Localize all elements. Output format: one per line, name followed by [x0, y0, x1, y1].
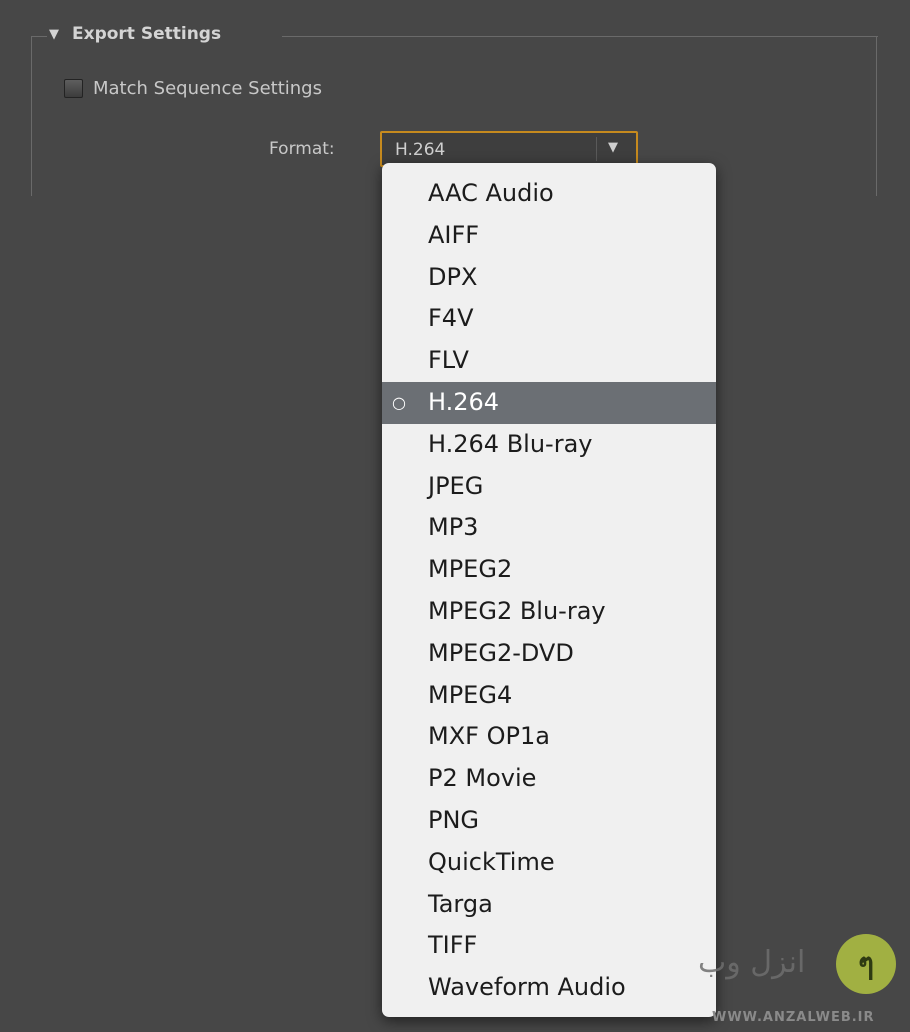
- watermark-text: انزل وب: [698, 945, 806, 980]
- selected-radio-icon: ○: [392, 392, 406, 412]
- format-option-mpeg4[interactable]: MPEG4: [382, 675, 716, 717]
- export-settings-title: Export Settings: [72, 24, 222, 44]
- watermark-logo-icon: ๆ: [836, 934, 896, 994]
- match-sequence-settings-checkbox[interactable]: [64, 79, 83, 98]
- format-option-mpeg2-dvd[interactable]: MPEG2-DVD: [382, 633, 716, 675]
- format-dropdown-value: H.264: [395, 140, 446, 160]
- format-option-f4v[interactable]: F4V: [382, 298, 716, 340]
- format-option-waveform-audio[interactable]: Waveform Audio: [382, 967, 716, 1009]
- format-option-dpx[interactable]: DPX: [382, 257, 716, 299]
- export-settings-panel: ▼ Export Settings Match Sequence Setting…: [0, 0, 910, 1032]
- match-sequence-settings-row[interactable]: Match Sequence Settings: [64, 78, 322, 99]
- format-option-aac-audio[interactable]: AAC Audio: [382, 173, 716, 215]
- dropdown-separator: [596, 137, 597, 161]
- export-settings-header[interactable]: ▼ Export Settings: [46, 24, 221, 44]
- group-border-top-left: [31, 36, 47, 37]
- watermark-url: WWW.ANZALWEB.IR: [712, 1010, 875, 1025]
- format-dropdown[interactable]: H.264 ▼: [380, 131, 638, 167]
- format-option-mpeg2[interactable]: MPEG2: [382, 549, 716, 591]
- format-option-png[interactable]: PNG: [382, 800, 716, 842]
- format-option-aiff[interactable]: AIFF: [382, 215, 716, 257]
- format-option-h264[interactable]: ○ H.264: [382, 381, 716, 424]
- match-sequence-settings-label: Match Sequence Settings: [93, 78, 322, 99]
- format-option-jpeg[interactable]: JPEG: [382, 466, 716, 508]
- format-option-quicktime[interactable]: QuickTime: [382, 842, 716, 884]
- format-option-tiff[interactable]: TIFF: [382, 925, 716, 967]
- format-option-p2-movie[interactable]: P2 Movie: [382, 758, 716, 800]
- disclosure-triangle-icon[interactable]: ▼: [46, 27, 62, 42]
- format-option-h264-blu-ray[interactable]: H.264 Blu-ray: [382, 424, 716, 466]
- format-label: Format:: [269, 139, 335, 159]
- format-option-targa[interactable]: Targa: [382, 884, 716, 926]
- format-menu: AAC Audio AIFF DPX F4V FLV ○ H.264 H.264…: [382, 163, 716, 1017]
- group-border-top-right: [282, 36, 878, 37]
- format-option-mpeg2-blu-ray[interactable]: MPEG2 Blu-ray: [382, 591, 716, 633]
- dropdown-arrow-icon[interactable]: ▼: [608, 140, 618, 155]
- format-option-mxf-op1a[interactable]: MXF OP1a: [382, 716, 716, 758]
- format-option-flv[interactable]: FLV: [382, 340, 716, 382]
- format-option-h264-label: H.264: [428, 387, 500, 416]
- format-option-mp3[interactable]: MP3: [382, 507, 716, 549]
